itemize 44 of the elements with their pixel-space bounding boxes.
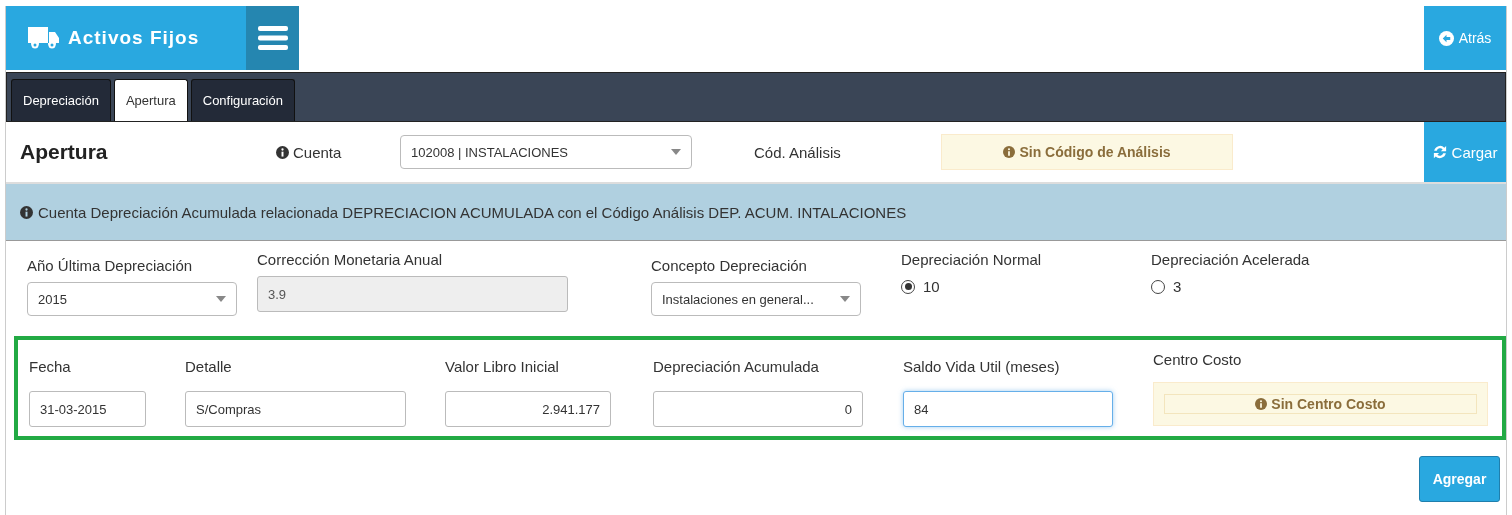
field-label: Centro Costo	[1153, 351, 1243, 368]
field-label: Depreciación Acelerada	[1151, 251, 1311, 268]
alert-text: Sin Centro Costo	[1271, 396, 1386, 412]
radio-button[interactable]	[1151, 279, 1165, 294]
truck-icon	[26, 25, 60, 51]
field-label: Cuenta	[293, 143, 342, 161]
field-label: Detalle	[185, 358, 233, 375]
info-icon	[276, 145, 289, 159]
field-label: Año Última Depreciación	[27, 257, 194, 274]
radio-button[interactable]	[901, 279, 915, 294]
app-title: Activos Fijos	[68, 27, 200, 49]
field-label: Corrección Monetaria Anual	[257, 251, 444, 268]
account-select[interactable]: 102008 | INSTALACIONES	[400, 135, 692, 169]
info-text: Cuenta Depreciación Acumulada relacionada DEPRECIACION ACUMULADA con el Código Análisis DEP. ACUM. INTALACIONES	[38, 203, 907, 221]
text-field[interactable]: 2.941.177	[445, 391, 611, 427]
text-field[interactable]: 0	[653, 391, 863, 427]
field-label: Cód. Análisis	[754, 143, 842, 161]
refresh-icon	[1432, 145, 1447, 159]
info-icon	[1255, 398, 1268, 410]
menu-button[interactable]	[246, 6, 299, 70]
text-field[interactable]: S/Compras	[185, 391, 406, 427]
field-label: Fecha	[29, 358, 72, 375]
info-icon	[1003, 146, 1016, 158]
text-field[interactable]: 84	[903, 391, 1113, 427]
caret-icon	[840, 296, 850, 302]
field-label: Depreciación Acumulada	[653, 358, 820, 375]
caret-icon	[216, 296, 226, 302]
field-label: Depreciación Normal	[901, 251, 1043, 268]
alert-text: Sin Código de Análisis	[1019, 144, 1171, 160]
field-label: Saldo Vida Util (meses)	[903, 358, 1061, 375]
dropdown[interactable]: Instalaciones en general...	[651, 282, 861, 316]
caret-icon	[671, 149, 681, 155]
field-label: Concepto Depreciación	[651, 257, 808, 274]
section-title: Apertura	[19, 140, 109, 164]
info-icon	[20, 205, 33, 219]
tab[interactable]: Configuración	[190, 79, 295, 121]
tab[interactable]: Depreciación	[11, 79, 111, 121]
radio-label: 3	[1173, 278, 1182, 295]
tab[interactable]: Apertura	[113, 79, 188, 121]
dropdown[interactable]: 2015	[27, 282, 237, 316]
text-field[interactable]: 31-03-2015	[29, 391, 146, 427]
field-label: Valor Libro Inicial	[445, 358, 560, 375]
radio-label: 10	[923, 278, 940, 295]
menu-icon	[257, 26, 288, 50]
